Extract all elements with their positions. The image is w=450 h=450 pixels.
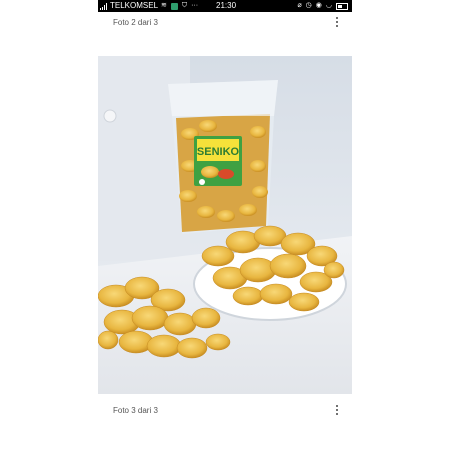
status-left-group: TELKOMSEL ≋ ⛉ ··· <box>100 0 202 12</box>
product-photo[interactable]: SENIKO <box>98 56 352 394</box>
photo-viewer-screen: TELKOMSEL ≋ ⛉ ··· 21:30 ⌀ ◷ ◉ ◡ Foto 2 d… <box>0 0 450 450</box>
status-time: 21:30 <box>216 1 237 10</box>
photo-2-caption: Foto 2 dari 3 <box>113 17 158 27</box>
photo-2-header: Foto 2 dari 3 <box>98 12 352 32</box>
product-photo-image: SENIKO <box>98 56 352 394</box>
status-bar: TELKOMSEL ≋ ⛉ ··· 21:30 ⌀ ◷ ◉ ◡ <box>98 0 352 12</box>
signal-icon <box>100 2 108 10</box>
shield-icon: ⛉ <box>181 2 188 9</box>
status-right-group: ⌀ ◷ ◉ ◡ <box>293 0 348 12</box>
clock-icon: ◷ <box>305 2 312 9</box>
battery-icon <box>336 2 348 10</box>
photo-3-header: Foto 3 dari 3 <box>98 400 352 420</box>
wifi-small-icon: ◡ <box>325 2 332 9</box>
photo-3-more-options-icon[interactable] <box>335 404 338 416</box>
alarm-icon: ⌀ <box>297 2 302 9</box>
wall-switch <box>103 109 117 123</box>
wifi-icon: ≋ <box>161 2 167 9</box>
photo-2-more-options-icon[interactable] <box>335 16 338 28</box>
more-notifications-indicator: ··· <box>191 2 199 9</box>
eye-icon: ◉ <box>315 2 322 9</box>
package-label: SENIKO <box>194 136 242 186</box>
app-badge-icon <box>170 2 178 10</box>
photo-3-caption: Foto 3 dari 3 <box>113 405 158 415</box>
carrier-name: TELKOMSEL <box>110 1 159 10</box>
package-brand-text: SENIKO <box>197 146 240 158</box>
